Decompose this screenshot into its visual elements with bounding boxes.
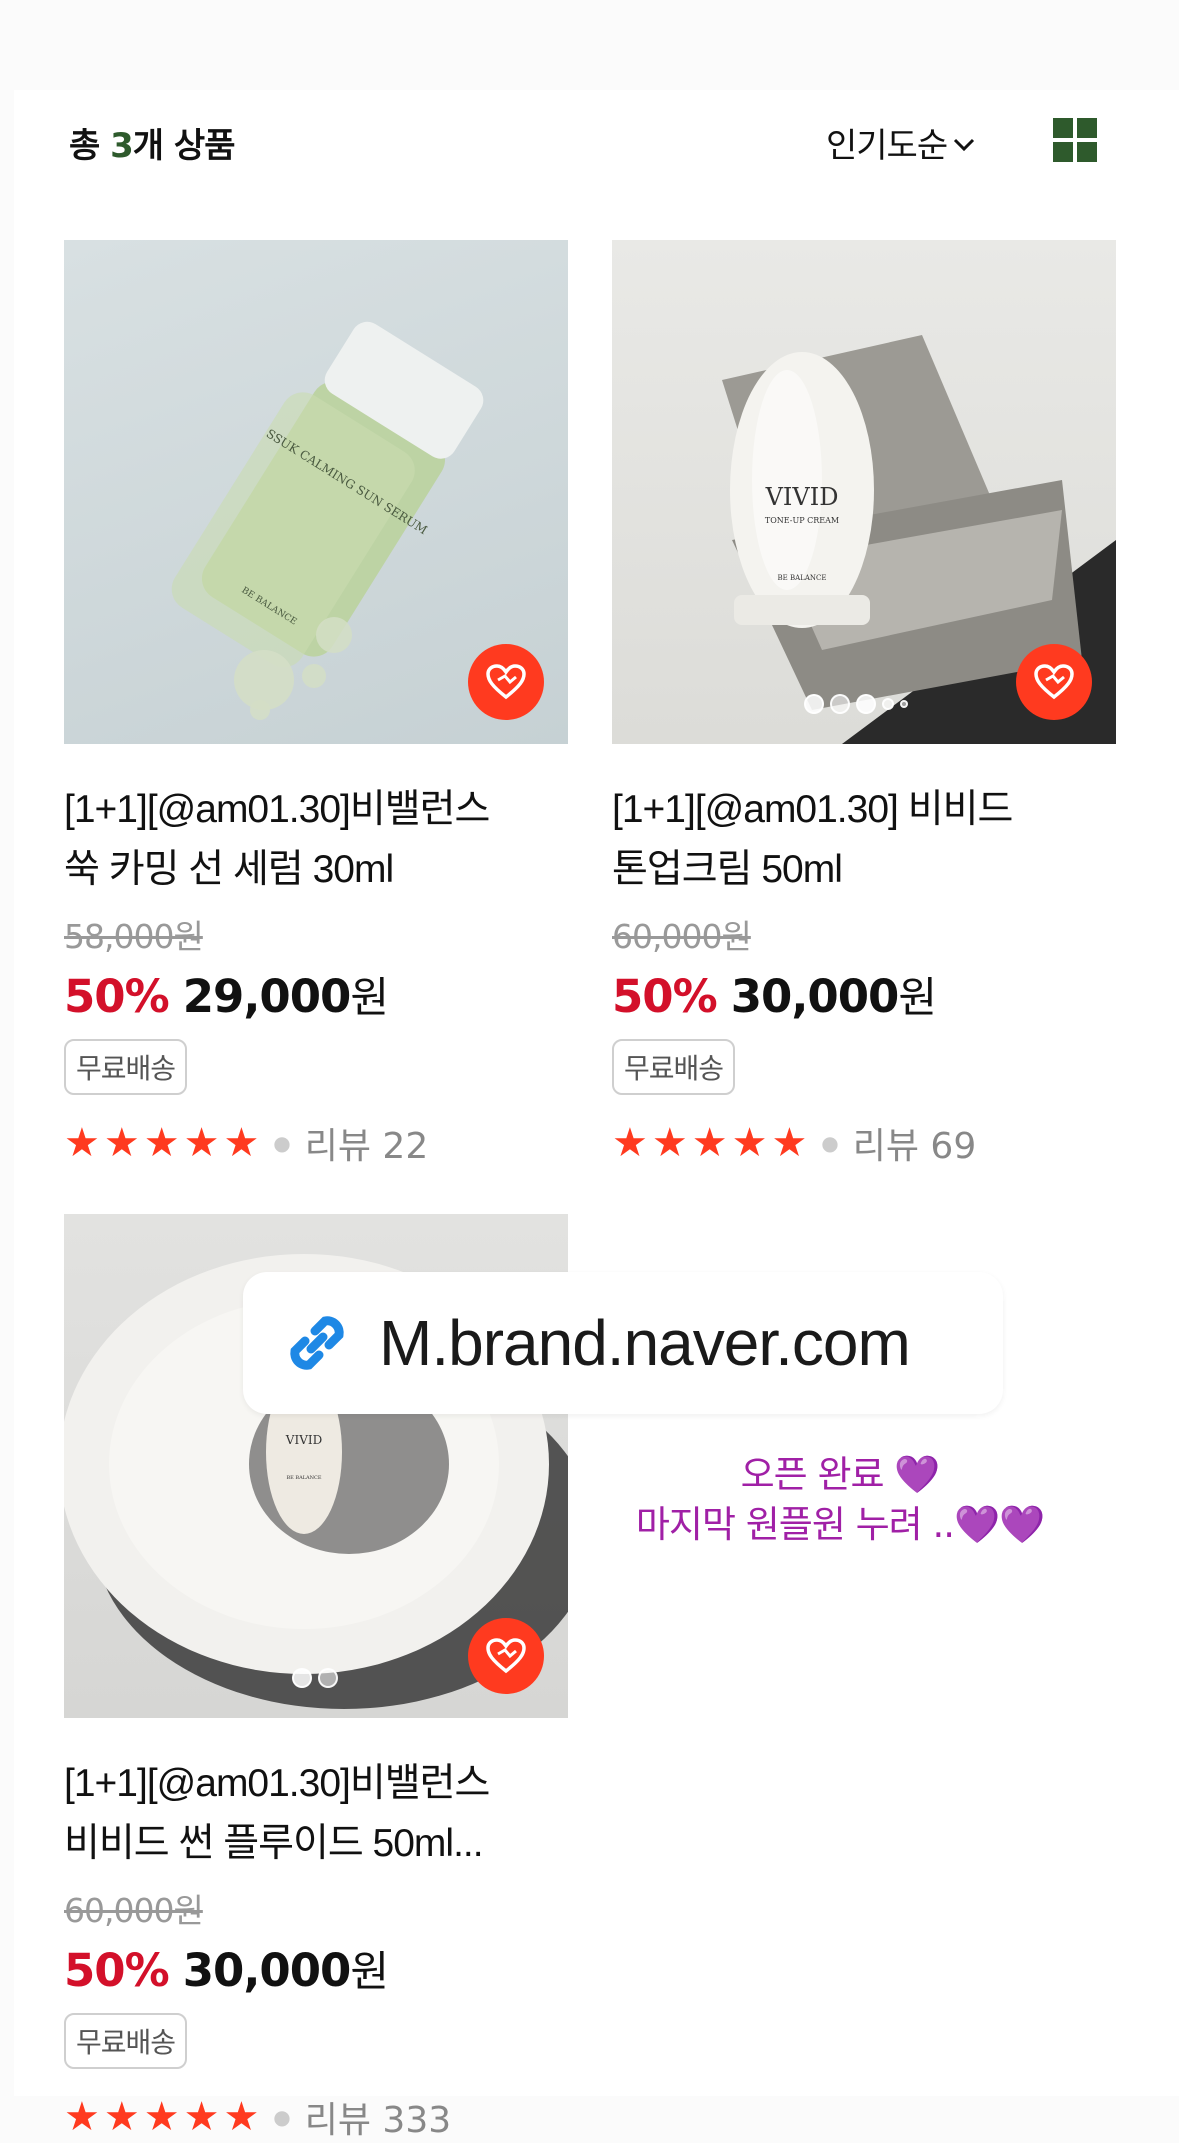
- star-icon: ★: [103, 2094, 140, 2140]
- grid-view-icon[interactable]: [1053, 118, 1097, 162]
- rating-row: ★ ★ ★ ★ ★ ● 리뷰 333: [64, 2091, 568, 2143]
- sort-label: 인기도순: [826, 126, 948, 166]
- product-image[interactable]: VIVID TONE-UP CREAM BE BALANCE: [612, 240, 1116, 744]
- product-card[interactable]: VIVID TONE-UP CREAM BE BALANCE [1+1][@am…: [612, 240, 1116, 1169]
- star-icon: ★: [143, 1120, 180, 1166]
- free-shipping-badge: 무료배송: [64, 1039, 188, 1095]
- sale-price: 50% 30,000 원: [64, 1938, 568, 1999]
- product-title[interactable]: [1+1][@am01.30] 비비드 톤업크림 50ml: [612, 780, 1116, 900]
- star-icon: ★: [771, 1120, 808, 1166]
- svg-text:VIVID: VIVID: [285, 1433, 322, 1447]
- svg-text:TONE-UP CREAM: TONE-UP CREAM: [765, 516, 839, 525]
- product-title[interactable]: [1+1][@am01.30]비밸런스 쑥 카밍 선 세럼 30ml: [64, 780, 568, 900]
- count-number: 3: [110, 126, 134, 166]
- product-card[interactable]: SSUK CALMING SUN SERUM BE BALANCE [1+1][…: [64, 240, 568, 1169]
- star-icon: ★: [183, 2094, 220, 2140]
- original-price: 60,000원: [64, 1891, 204, 1930]
- separator-dot: ●: [821, 1131, 839, 1155]
- price-value: 30,000: [730, 970, 900, 1023]
- product-count: 총 3개 상품: [69, 118, 236, 167]
- star-icon: ★: [64, 2094, 100, 2140]
- svg-text:BE BALANCE: BE BALANCE: [287, 1475, 322, 1481]
- count-prefix: 총: [69, 126, 111, 166]
- product-list-panel: 총 3개 상품 인기도순 SSUK CALMING SUN SERUM BE B…: [14, 90, 1179, 2141]
- carousel-indicator: [804, 694, 908, 714]
- carousel-indicator: [292, 1668, 338, 1688]
- rating-row: ★ ★ ★ ★ ★ ● 리뷰 22: [64, 1117, 568, 1169]
- free-shipping-badge: 무료배송: [612, 1039, 736, 1095]
- heart-icon: [1034, 664, 1074, 700]
- heart-icon: [486, 664, 526, 700]
- product-title[interactable]: [1+1][@am01.30]비밸런스 비비드 썬 플루이드 50ml...: [64, 1754, 568, 1874]
- original-price: 60,000원: [612, 917, 752, 956]
- product-image[interactable]: SSUK CALMING SUN SERUM BE BALANCE: [64, 240, 568, 744]
- svg-text:BE BALANCE: BE BALANCE: [778, 574, 827, 582]
- price-value: 29,000: [182, 970, 352, 1023]
- chevron-down-icon: [954, 138, 975, 151]
- star-icon: ★: [103, 1120, 140, 1166]
- star-icon: ★: [612, 1120, 648, 1166]
- review-count: 리뷰 22: [304, 1126, 429, 1167]
- separator-dot: ●: [273, 2105, 291, 2129]
- heart-icon: [486, 1638, 526, 1674]
- discount-rate: 50%: [64, 1944, 170, 1997]
- sale-price: 50% 29,000 원: [64, 964, 568, 1025]
- list-header: 총 3개 상품 인기도순: [14, 90, 1179, 190]
- currency-unit: 원: [898, 973, 937, 1022]
- star-icon: ★: [183, 1120, 220, 1166]
- discount-rate: 50%: [64, 970, 170, 1023]
- original-price: 58,000원: [64, 917, 204, 956]
- review-count: 리뷰 333: [304, 2100, 452, 2141]
- wishlist-button[interactable]: [468, 1618, 544, 1694]
- star-icon: ★: [651, 1120, 688, 1166]
- star-icon: ★: [223, 1120, 260, 1166]
- sort-dropdown[interactable]: 인기도순: [826, 118, 975, 167]
- wishlist-button[interactable]: [1016, 644, 1092, 720]
- link-sticker[interactable]: M.brand.naver.com: [243, 1272, 1003, 1414]
- currency-unit: 원: [350, 973, 389, 1022]
- discount-rate: 50%: [612, 970, 718, 1023]
- star-icon: ★: [64, 1120, 100, 1166]
- price-value: 30,000: [182, 1944, 352, 1997]
- star-icon: ★: [223, 2094, 260, 2140]
- review-count: 리뷰 69: [852, 1126, 977, 1167]
- currency-unit: 원: [350, 1947, 389, 1996]
- star-icon: ★: [731, 1120, 768, 1166]
- sale-price: 50% 30,000 원: [612, 964, 1116, 1025]
- wishlist-button[interactable]: [468, 644, 544, 720]
- story-note: 오픈 완료 💜 마지막 원플원 누려 ..💜💜: [635, 1453, 1045, 1546]
- star-icon: ★: [691, 1120, 728, 1166]
- separator-dot: ●: [273, 1131, 291, 1155]
- rating-row: ★ ★ ★ ★ ★ ● 리뷰 69: [612, 1117, 1116, 1169]
- count-suffix: 개 상품: [132, 126, 236, 166]
- free-shipping-badge: 무료배송: [64, 2013, 188, 2069]
- svg-text:VIVID: VIVID: [765, 483, 839, 511]
- link-url: M.brand.naver.com: [379, 1307, 911, 1379]
- star-icon: ★: [143, 2094, 180, 2140]
- link-icon: [290, 1316, 344, 1370]
